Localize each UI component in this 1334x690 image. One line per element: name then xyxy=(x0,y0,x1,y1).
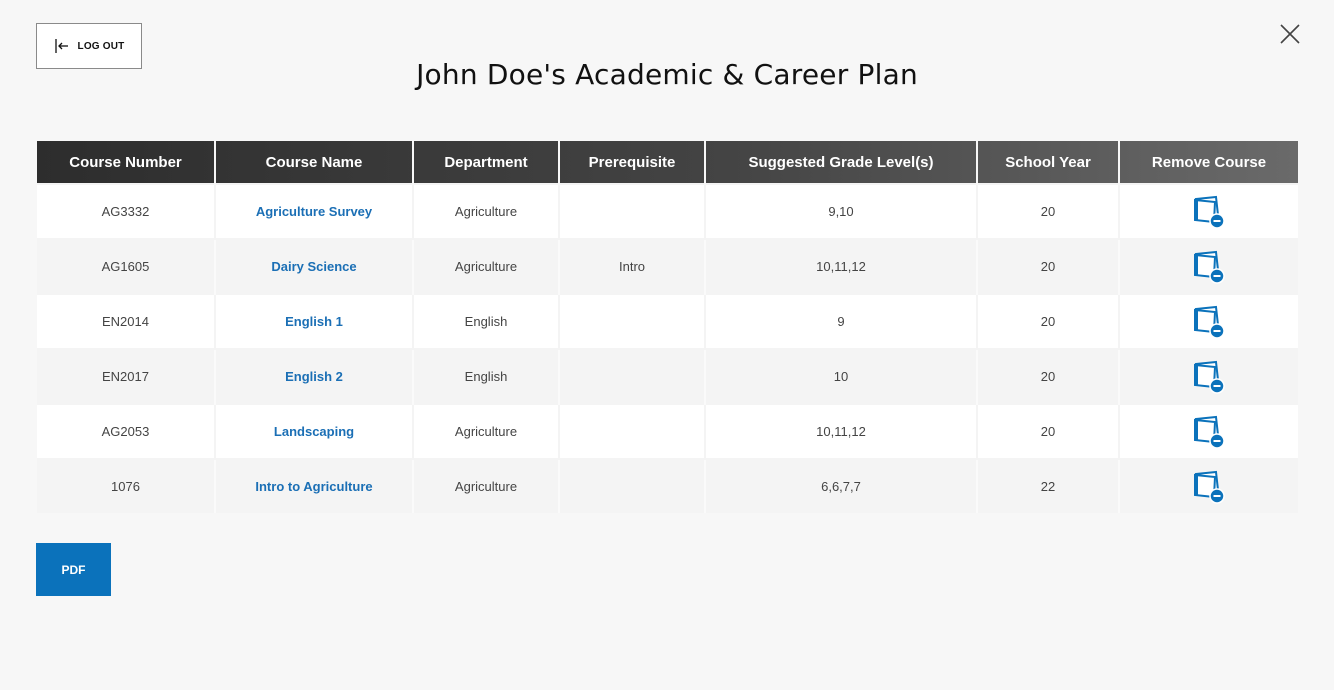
table-row: AG1605 Dairy Science Agriculture Intro 1… xyxy=(37,238,1298,294)
course-number-cell: AG3332 xyxy=(37,183,216,239)
column-header-school-year: School Year xyxy=(977,141,1120,184)
column-header-department: Department xyxy=(413,141,560,184)
prerequisite-cell xyxy=(559,348,706,404)
course-name-cell: Agriculture Survey xyxy=(215,183,414,239)
department-cell: English xyxy=(413,293,560,349)
course-name-link[interactable]: Intro to Agriculture xyxy=(255,479,372,494)
department-cell: Agriculture xyxy=(413,403,560,459)
close-icon[interactable] xyxy=(1278,22,1302,46)
remove-course-cell xyxy=(1119,348,1298,404)
remove-course-cell xyxy=(1119,458,1298,513)
course-name-link[interactable]: Landscaping xyxy=(274,424,354,439)
course-name-link[interactable]: English 2 xyxy=(285,369,343,384)
remove-course-icon[interactable] xyxy=(1192,360,1226,394)
school-year-cell: 20 xyxy=(977,238,1120,294)
logout-icon xyxy=(54,38,70,54)
remove-course-icon[interactable] xyxy=(1192,470,1226,504)
table-row: EN2017 English 2 English 10 20 xyxy=(37,348,1298,404)
column-header-prerequisite: Prerequisite xyxy=(559,141,706,184)
remove-course-cell xyxy=(1119,238,1298,294)
course-name-cell: English 1 xyxy=(215,293,414,349)
course-number-cell: AG2053 xyxy=(37,403,216,459)
course-name-link[interactable]: Agriculture Survey xyxy=(256,204,372,219)
prerequisite-cell: Intro xyxy=(559,238,706,294)
column-header-grade-levels: Suggested Grade Level(s) xyxy=(705,141,978,184)
remove-course-cell xyxy=(1119,403,1298,459)
column-header-course-name: Course Name xyxy=(215,141,414,184)
remove-course-icon[interactable] xyxy=(1192,195,1226,229)
department-cell: Agriculture xyxy=(413,458,560,513)
table-row: AG2053 Landscaping Agriculture 10,11,12 … xyxy=(37,403,1298,459)
table-row: EN2014 English 1 English 9 20 xyxy=(37,293,1298,349)
school-year-cell: 20 xyxy=(977,183,1120,239)
remove-course-icon[interactable] xyxy=(1192,250,1226,284)
prerequisite-cell xyxy=(559,293,706,349)
school-year-cell: 22 xyxy=(977,458,1120,513)
course-number-cell: EN2017 xyxy=(37,348,216,404)
course-number-cell: EN2014 xyxy=(37,293,216,349)
table-header-row: Course Number Course Name Department Pre… xyxy=(37,141,1298,184)
school-year-cell: 20 xyxy=(977,293,1120,349)
school-year-cell: 20 xyxy=(977,403,1120,459)
course-number-cell: AG1605 xyxy=(37,238,216,294)
school-year-cell: 20 xyxy=(977,348,1120,404)
department-cell: Agriculture xyxy=(413,183,560,239)
column-header-remove-course: Remove Course xyxy=(1151,153,1267,171)
prerequisite-cell xyxy=(559,183,706,239)
course-name-cell: Landscaping xyxy=(215,403,414,459)
course-name-cell: English 2 xyxy=(215,348,414,404)
page-title: John Doe's Academic & Career Plan xyxy=(416,58,918,91)
table-row: 1076 Intro to Agriculture Agriculture 6,… xyxy=(37,458,1298,513)
department-cell: English xyxy=(413,348,560,404)
prerequisite-cell xyxy=(559,458,706,513)
remove-course-icon[interactable] xyxy=(1192,415,1226,449)
pdf-button[interactable]: PDF xyxy=(36,543,111,596)
prerequisite-cell xyxy=(559,403,706,459)
course-number-cell: 1076 xyxy=(37,458,216,513)
course-plan-table: Course Number Course Name Department Pre… xyxy=(37,141,1298,513)
grade-levels-cell: 6,6,7,7 xyxy=(705,458,978,513)
column-header-course-number: Course Number xyxy=(37,141,216,184)
grade-levels-cell: 10 xyxy=(705,348,978,404)
table-row: AG3332 Agriculture Survey Agriculture 9,… xyxy=(37,183,1298,239)
grade-levels-cell: 10,11,12 xyxy=(705,403,978,459)
grade-levels-cell: 9 xyxy=(705,293,978,349)
course-name-cell: Dairy Science xyxy=(215,238,414,294)
course-name-link[interactable]: English 1 xyxy=(285,314,343,329)
remove-course-cell xyxy=(1119,293,1298,349)
plan-page: LOG OUT John Doe's Academic & Career Pla… xyxy=(0,0,1334,690)
grade-levels-cell: 9,10 xyxy=(705,183,978,239)
remove-course-cell xyxy=(1119,183,1298,239)
remove-course-icon[interactable] xyxy=(1192,305,1226,339)
logout-label: LOG OUT xyxy=(77,40,125,52)
course-name-cell: Intro to Agriculture xyxy=(215,458,414,513)
department-cell: Agriculture xyxy=(413,238,560,294)
grade-levels-cell: 10,11,12 xyxy=(705,238,978,294)
course-name-link[interactable]: Dairy Science xyxy=(271,259,356,274)
